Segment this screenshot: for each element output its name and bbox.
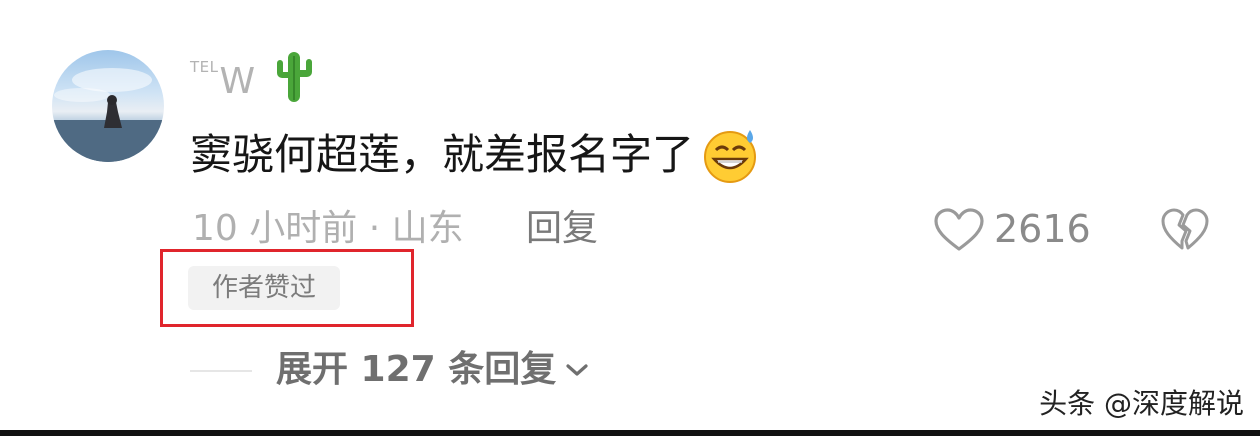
- comment-text-row: 窦骁何超莲，就差报名字了: [190, 124, 762, 186]
- expand-replies-label: 展开 127 条回复: [276, 349, 557, 390]
- like-count: 2616: [994, 207, 1091, 251]
- author-liked-badge: 作者赞过: [188, 266, 340, 310]
- expand-replies-button[interactable]: 展开 127 条回复: [276, 344, 590, 396]
- heart-outline-icon[interactable]: [932, 207, 986, 253]
- watermark: 头条 @深度解说: [1039, 387, 1244, 420]
- replies-divider: [190, 370, 252, 372]
- bottom-edge-bar: [0, 430, 1260, 436]
- broken-heart-icon[interactable]: [1160, 207, 1210, 253]
- chevron-down-icon: [566, 364, 588, 376]
- avatar-image: [52, 68, 164, 162]
- avatar[interactable]: [52, 50, 164, 162]
- comment-text: 窦骁何超莲，就差报名字了: [190, 130, 695, 179]
- reply-button[interactable]: 回复: [526, 204, 598, 254]
- grinning-sweat-icon: [704, 130, 757, 183]
- username-prefix: TEL: [190, 58, 219, 76]
- cactus-icon: [277, 52, 312, 102]
- username[interactable]: TEL W: [190, 54, 255, 100]
- comment-meta: 10 小时前 · 山东: [192, 208, 464, 249]
- username-main: W: [219, 61, 256, 102]
